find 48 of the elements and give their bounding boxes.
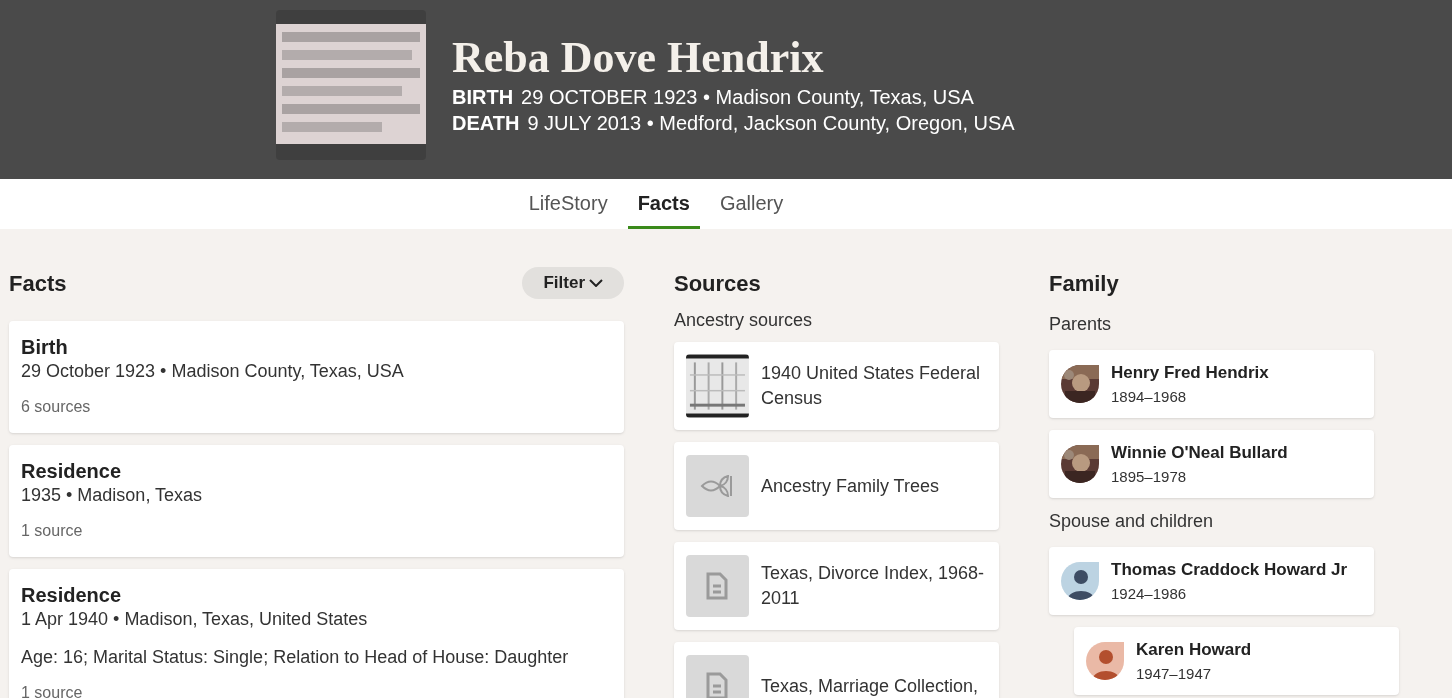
person-years: 1924–1986 (1111, 583, 1188, 604)
person-years: 1895–1978 (1111, 466, 1188, 487)
source-count[interactable]: 6 sources (21, 395, 612, 419)
group-label: Spouse and children (1049, 510, 1215, 533)
fact-title: Residence (21, 583, 123, 607)
group-label: Ancestry sources (674, 309, 814, 332)
section-title: Facts (9, 269, 67, 298)
source-title: Texas, Marriage Collection, (760, 674, 979, 698)
fact-summary: 1 Apr 1940 • Madison, Texas, United States (21, 608, 369, 631)
fact-summary: 1935 • Madison, Texas (21, 484, 204, 507)
tab[interactable]: LifeStory (518, 179, 618, 229)
fact-title: Birth (21, 335, 69, 359)
person-name: Henry Fred Hendrix (1111, 362, 1269, 384)
person-name: Winnie O'Neal Bullard (1111, 442, 1288, 464)
source-title: Texas, Divorce Index, 1968-2011 (760, 562, 986, 610)
person-title: Reba Dove Hendrix (452, 32, 825, 84)
section-title: Family (1049, 269, 1120, 298)
tab[interactable]: Gallery (709, 179, 794, 229)
section-title: Sources (674, 269, 762, 298)
person-card[interactable]: Henry Fred Hendrix 1894–1968 (1049, 350, 1374, 418)
source-card[interactable]: Texas, Marriage Collection, (674, 642, 999, 698)
source-card[interactable]: Texas, Divorce Index, 1968-2011 (674, 542, 999, 630)
person-years: 1894–1968 (1111, 386, 1188, 407)
person-name: Thomas Craddock Howard Jr (1111, 559, 1348, 581)
fact-title: Residence (21, 459, 123, 483)
source-title: Ancestry Family Trees (760, 474, 940, 498)
fact-card[interactable]: Residence 1935 • Madison, Texas 1 source (9, 445, 624, 557)
person-card[interactable]: Thomas Craddock Howard Jr 1924–1986 (1049, 547, 1374, 615)
source-count[interactable]: 1 source (21, 519, 612, 543)
fact-detail: Age: 16; Marital Status: Single; Relation to Head of House: Daughter (21, 646, 570, 669)
source-count[interactable]: 1 source (21, 681, 612, 698)
event-label: DEATH (452, 111, 520, 136)
tab[interactable]: Facts (627, 179, 700, 229)
source-title: 1940 United States Federal Census (760, 362, 982, 410)
fact-card[interactable]: Birth 29 October 1923 • Madison County, Texas, USA 6 sources (9, 321, 624, 433)
fact-summary: 29 October 1923 • Madison County, Texas, USA (21, 360, 405, 383)
person-card[interactable]: Karen Howard 1947–1947 (1074, 627, 1399, 695)
group-label: Parents (1049, 313, 1113, 336)
event-label: BIRTH (452, 85, 514, 110)
filter-button[interactable]: Filter (522, 267, 624, 299)
event-value: 9 JULY 2013 • Medford, Jackson County, Oregon, USA (527, 111, 1015, 136)
person-card[interactable]: Winnie O'Neal Bullard 1895–1978 (1049, 430, 1374, 498)
source-card[interactable]: Ancestry Family Trees (674, 442, 999, 530)
source-card[interactable]: 1940 United States Federal Census (674, 342, 999, 430)
fact-card[interactable]: Residence 1 Apr 1940 • Madison, Texas, United States Age: 16; Marital Status: Single; Relation to Head of House: Daughter 1 source (9, 569, 624, 698)
person-years: 1947–1947 (1136, 663, 1213, 684)
event-value: 29 OCTOBER 1923 • Madison County, Texas, USA (521, 85, 974, 110)
person-name: Karen Howard (1136, 639, 1252, 661)
